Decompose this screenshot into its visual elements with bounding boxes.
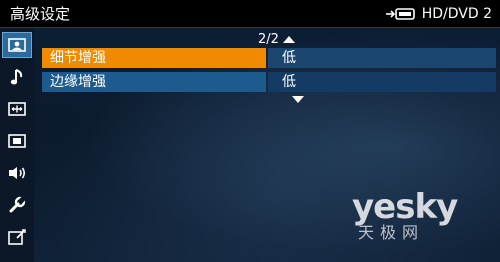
- wrench-icon: [9, 196, 26, 213]
- page-indicator: 2/2: [258, 32, 295, 47]
- watermark-logo: yesky 天极网: [352, 187, 458, 242]
- input-source-indicator: HD/DVD 2: [384, 4, 492, 24]
- setup-icon: [8, 229, 26, 245]
- menu-row-edge-enhance[interactable]: 边缘增强 低: [42, 72, 496, 92]
- scroll-up-icon[interactable]: [282, 36, 295, 43]
- osd-screen: 高级设定 HD/DVD 2 2/2 细节增强 低 边缘增强 低 yesky 天极…: [0, 0, 500, 262]
- sidebar-item-audio[interactable]: [2, 160, 32, 186]
- sidebar-item-picture[interactable]: [2, 32, 32, 58]
- menu-row-value[interactable]: 低: [268, 72, 496, 92]
- music-note-icon: [10, 69, 23, 85]
- category-sidebar: [0, 28, 34, 262]
- sidebar-item-settings[interactable]: [2, 192, 32, 218]
- menu-header: 高级设定 HD/DVD 2: [0, 0, 500, 28]
- input-source-icon: [385, 8, 415, 20]
- menu-row-detail-enhance[interactable]: 细节增强 低: [42, 48, 496, 68]
- menu-row-label: 细节增强: [42, 48, 266, 68]
- sidebar-item-screen-size[interactable]: [2, 96, 32, 122]
- menu-row-value[interactable]: 低: [268, 48, 496, 68]
- watermark-brand: yesky: [352, 187, 458, 227]
- sidebar-item-setup[interactable]: [2, 224, 32, 250]
- sidebar-item-sound[interactable]: [2, 64, 32, 90]
- menu-title: 高级设定: [10, 5, 71, 23]
- picture-icon: [8, 38, 26, 52]
- scroll-down-icon[interactable]: [292, 96, 304, 103]
- input-source-label: HD/DVD 2: [421, 6, 492, 22]
- speaker-icon: [9, 167, 26, 179]
- sidebar-item-screen-position[interactable]: [2, 128, 32, 154]
- screen-size-icon: [8, 102, 26, 116]
- menu-row-label: 边缘增强: [42, 72, 266, 92]
- screen-position-icon: [8, 134, 26, 148]
- page-indicator-text: 2/2: [258, 32, 279, 47]
